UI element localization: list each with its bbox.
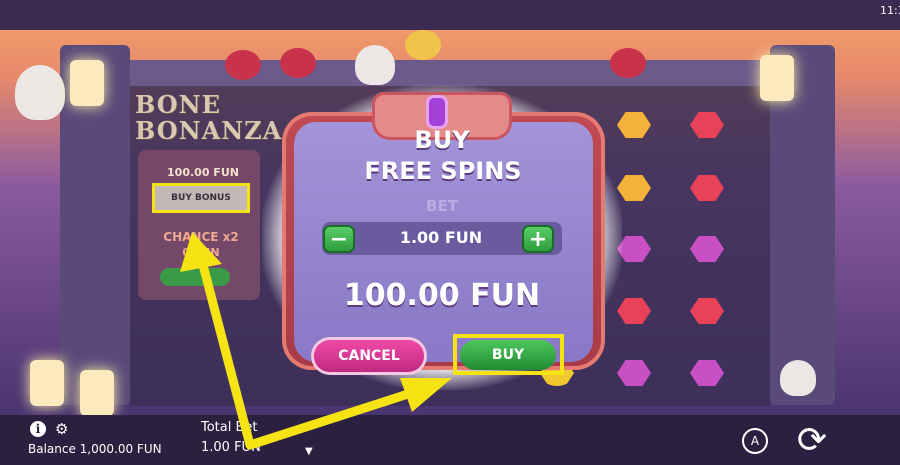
increase-bet-button[interactable]: +: [522, 225, 554, 253]
info-icon[interactable]: i: [30, 421, 46, 437]
total-bet-value[interactable]: 1.00 FUN: [201, 440, 261, 455]
bet-value: 1.00 FUN: [399, 228, 483, 247]
buy-bonus-price: 100.00 FUN: [167, 166, 239, 179]
total-bet-label: Total Bet: [201, 420, 258, 435]
chance-value: 0 FUN: [182, 246, 220, 259]
clock: 11:3: [880, 4, 900, 17]
flower-decoration: [225, 50, 261, 80]
logo-line1: BONE: [135, 90, 221, 119]
balance: Balance 1,000.00 FUN: [28, 442, 162, 456]
flower-decoration: [610, 48, 646, 78]
flower-decoration: [280, 48, 316, 78]
modal-title-line2: FREE SPINS: [364, 157, 522, 185]
skull-symbol: [780, 360, 816, 396]
bet-label: BET: [426, 197, 458, 215]
gear-icon[interactable]: ⚙: [55, 421, 68, 437]
top-banner: [0, 0, 900, 30]
game-logo: BONE BONANZA: [135, 90, 283, 145]
candle-decoration: [760, 55, 794, 101]
crown-gem-icon: [426, 95, 448, 129]
buy-label: BUY: [491, 347, 525, 363]
cancel-label: CANCEL: [338, 348, 400, 364]
plus-icon: +: [528, 226, 548, 252]
modal-title-line1: BUY: [414, 126, 470, 154]
buy-bonus-label: BUY BONUS: [171, 193, 231, 203]
total-cost: 100.00 FUN: [343, 278, 541, 313]
logo-line2: BONANZA: [135, 116, 283, 145]
candle-decoration: [30, 360, 64, 406]
chance-label: CHANCE x2: [163, 230, 239, 244]
cancel-button[interactable]: CANCEL: [314, 340, 424, 372]
marigold-decoration: [405, 30, 441, 60]
autoplay-icon[interactable]: A: [742, 428, 768, 454]
chance-toggle[interactable]: [160, 268, 230, 286]
buy-bonus-button[interactable]: BUY BONUS: [152, 183, 250, 213]
spin-icon[interactable]: ⟳: [790, 420, 834, 462]
skull-decoration: [355, 45, 395, 85]
chevron-down-icon[interactable]: ▼: [305, 446, 313, 457]
skull-decoration: [15, 65, 65, 120]
decrease-bet-button[interactable]: −: [323, 225, 355, 253]
buy-button[interactable]: BUY: [460, 340, 556, 370]
minus-icon: −: [329, 226, 349, 252]
candle-decoration: [80, 370, 114, 415]
reel-frame-top: [60, 60, 835, 86]
candle-decoration: [70, 60, 104, 106]
